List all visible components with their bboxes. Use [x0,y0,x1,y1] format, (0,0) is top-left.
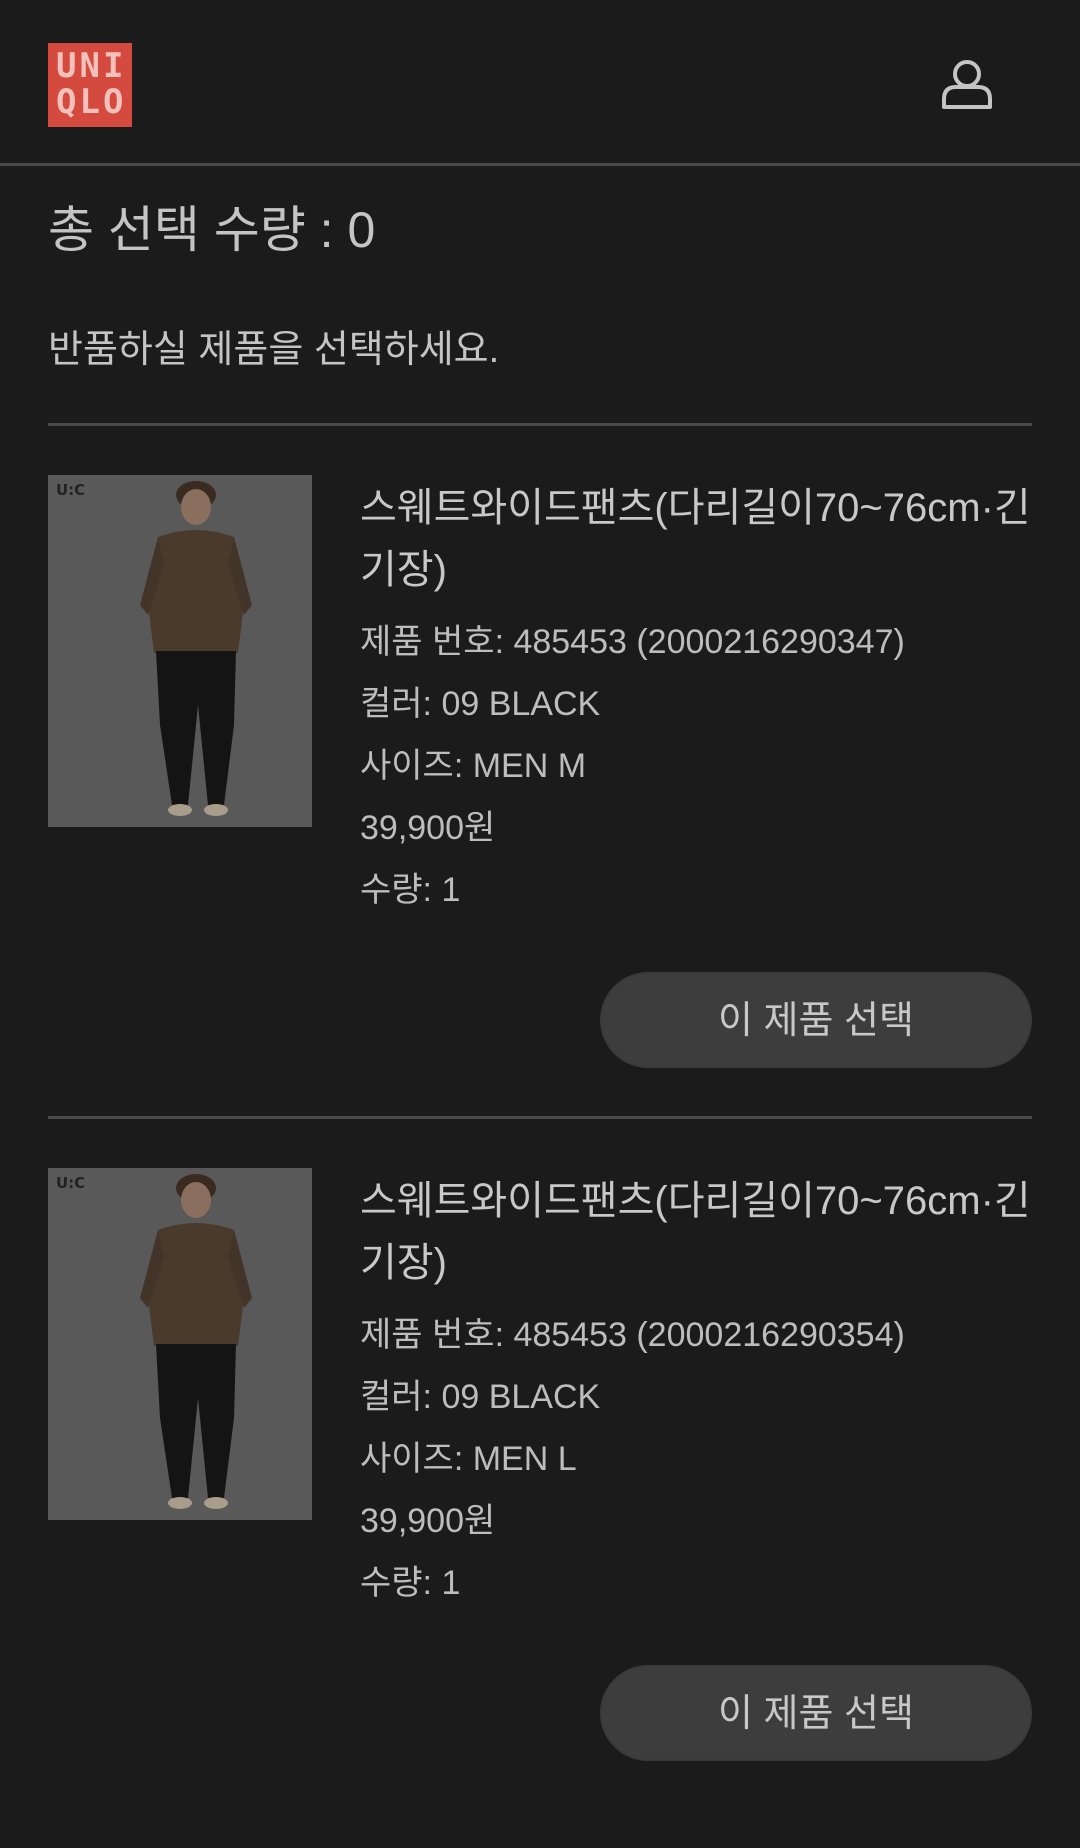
product-image[interactable]: U:C [48,475,312,827]
product-card: U:C 스웨트와이드팬츠(다리길이70~76cm·긴기장) 제품 번호: 485… [0,1168,1080,1848]
product-color: 컬러: 09 BLACK [360,1378,601,1416]
product-info: 스웨트와이드팬츠(다리길이70~76cm·긴기장) 제품 번호: 485453 … [360,475,1040,921]
product-size: 사이즈: MEN L [360,1440,577,1478]
user-icon[interactable] [940,57,994,111]
product-name: 스웨트와이드팬츠(다리길이70~76cm·긴기장) [360,1179,1031,1285]
product-color: 컬러: 09 BLACK [360,685,601,723]
return-instruction: 반품하실 제품을 선택하세요. [48,329,500,371]
product-price: 39,900원 [360,1502,496,1540]
model-figure [48,1168,312,1520]
uniqlo-logo[interactable]: UNI QLO [48,43,132,127]
product-info: 스웨트와이드팬츠(다리길이70~76cm·긴기장) 제품 번호: 485453 … [360,1168,1040,1614]
product-size: 사이즈: MEN M [360,747,587,785]
product-number: 제품 번호: 485453 (2000216290354) [360,1316,905,1354]
select-product-button[interactable]: 이 제품 선택 [600,972,1032,1068]
product-price: 39,900원 [360,809,496,847]
product-quantity: 수량: 1 [360,1564,461,1602]
select-product-button[interactable]: 이 제품 선택 [600,1665,1032,1761]
product-badge: U:C [56,1174,86,1192]
product-badge: U:C [56,481,86,499]
product-number: 제품 번호: 485453 (2000216290347) [360,623,905,661]
logo-line-1: UNI [56,46,127,86]
logo-line-2: QLO [56,82,127,122]
product-name: 스웨트와이드팬츠(다리길이70~76cm·긴기장) [360,486,1031,592]
divider [48,423,1032,426]
product-image[interactable]: U:C [48,1168,312,1520]
product-quantity: 수량: 1 [360,871,461,909]
model-figure [48,475,312,827]
product-card: U:C 스웨트와이드팬츠(다리길이70~76cm·긴기장) 제품 번호: 485… [0,475,1080,1155]
app-header: UNI QLO [0,0,1080,166]
divider [48,1116,1032,1119]
total-selected-count: 총 선택 수량 : 0 [48,202,376,258]
